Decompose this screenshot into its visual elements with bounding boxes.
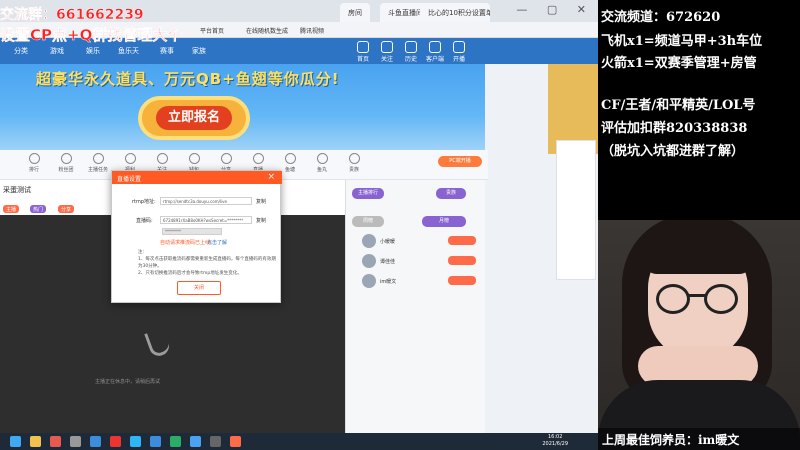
glasses-icon	[704, 284, 738, 314]
webcam-bangs	[644, 230, 752, 274]
glasses-icon	[656, 284, 690, 314]
app-icon[interactable]	[190, 436, 201, 447]
nav-item[interactable]: 分类	[14, 46, 28, 56]
wechat-icon[interactable]	[170, 436, 181, 447]
rtmp-label: rtmp地址:	[132, 199, 156, 205]
history-icon[interactable]: 历史	[398, 41, 424, 63]
banner-title: 超豪华永久道具、万元QB+鱼翅等你瓜分!	[36, 70, 340, 88]
glasses-bridge	[689, 294, 705, 297]
client-icon[interactable]: 客户端	[422, 41, 448, 63]
qq-group-overlay: 交流群：661662239	[0, 7, 144, 23]
info-line: CF/王者/和平精英/LOL号	[601, 98, 756, 113]
rank-name: im暖文	[380, 279, 397, 285]
note-line: 1、每次点击获取推流码都需要重新生成直播码，每个直播码的有效期为30分钟。	[138, 257, 276, 269]
taskbar: 16:02 2021/6/29	[0, 433, 598, 450]
fishball-icon[interactable]: 鱼丸	[310, 153, 334, 173]
player-status-text: 主播正在休息中，请稍后再试	[95, 379, 161, 385]
broadcast-icon[interactable]: 开播	[446, 41, 472, 63]
stream-info-panel: 交流频道：672620 飞机x1=频道马甲+3h车位 火箭x1=双赛季管理+房管…	[598, 0, 800, 220]
week-tab[interactable]: 周榜	[352, 216, 384, 227]
close-icon[interactable]: ×	[267, 172, 275, 182]
room-tag[interactable]: 主播	[3, 205, 20, 213]
dialog-title: 直播设置	[112, 171, 282, 184]
gift-badge	[448, 256, 476, 265]
code-label: 直播码:	[136, 218, 153, 224]
room-tag[interactable]: 分享	[58, 205, 75, 213]
windows-start-icon[interactable]	[10, 436, 21, 447]
nav-item[interactable]: 家族	[192, 46, 206, 56]
avatar	[362, 234, 376, 248]
copy-button[interactable]: 复制	[256, 217, 266, 224]
room-tag[interactable]: 热门	[30, 205, 47, 213]
app-icon[interactable]	[110, 436, 121, 447]
rank-row[interactable]: im暖文	[350, 273, 482, 291]
rank-name: 谭佳佳	[380, 259, 396, 265]
signup-label: 立即报名	[156, 106, 232, 130]
gift-badge	[448, 276, 476, 285]
info-line: 飞机x1=频道马甲+3h车位	[601, 34, 763, 49]
chat-panel: 主播排行 贵族 周榜 月榜	[345, 180, 485, 433]
rank-tab[interactable]: 主播排行	[352, 188, 384, 199]
noble-icon[interactable]: 贵族	[342, 153, 366, 173]
notes-title: 注:	[138, 250, 145, 255]
best-fan-banner: 上周最佳饲养员：im暖文	[598, 428, 800, 450]
folder-icon[interactable]	[30, 436, 41, 447]
rank-icon[interactable]: 排行	[22, 153, 46, 173]
rank-name: 小暖暖	[380, 239, 396, 245]
dialog-notes: 注: 1、每次点击获取推流码都需要重新生成直播码，每个直播码的有效期为30分钟。…	[138, 249, 278, 277]
stream-code-field[interactable]: 6724891rXaB8o0KH?wsSecret=********	[160, 216, 252, 224]
info-line: 火箭x1=双赛季管理+房管	[601, 56, 757, 71]
app-icon[interactable]	[210, 436, 221, 447]
rank-row[interactable]: 小暖暖	[350, 233, 482, 251]
rank-row[interactable]: 谭佳佳	[350, 253, 482, 271]
cp-overlay: 设置CP点+Q群找管理大个	[0, 26, 183, 44]
pc-broadcast-button[interactable]: PC端开播	[438, 156, 482, 167]
bookmark-item[interactable]: 腾讯视频	[300, 26, 324, 35]
home-icon[interactable]: 首页	[350, 41, 376, 63]
nav-item[interactable]: 鱼乐天	[118, 46, 139, 56]
nav-item[interactable]: 赛事	[160, 46, 174, 56]
browser-icon[interactable]	[90, 436, 101, 447]
close-button[interactable]: 关闭	[177, 281, 221, 295]
app-icon[interactable]	[230, 436, 241, 447]
rtmp-field[interactable]: rtmp://sendtc3a.douyu.com/live	[160, 197, 252, 205]
tab-item[interactable]: 房间	[340, 3, 370, 22]
help-link[interactable]: 点击了解	[207, 239, 227, 246]
webcam-view: 上周最佳饲养员：im暖文	[598, 220, 800, 450]
clock-time: 16:02	[547, 434, 563, 440]
bookmark-item[interactable]: 平台首页	[200, 26, 224, 35]
tab-item[interactable]: 比心的10积分设置单	[420, 3, 490, 22]
masked-field[interactable]: ********	[162, 228, 222, 235]
follow-icon[interactable]: 关注	[374, 41, 400, 63]
app-icon[interactable]	[150, 436, 161, 447]
nav-item[interactable]: 游戏	[50, 46, 64, 56]
system-clock[interactable]: 16:02 2021/6/29	[542, 434, 568, 448]
nav-item[interactable]: 娱乐	[86, 46, 100, 56]
side-card[interactable]	[556, 140, 596, 280]
room-title: 采蛋测试	[3, 186, 31, 194]
clock-date: 2021/6/29	[542, 441, 568, 447]
avatar	[362, 254, 376, 268]
avatar	[362, 274, 376, 288]
pond-icon[interactable]: 鱼塘	[278, 153, 302, 173]
window-controls[interactable]: — ▢ ✕	[516, 3, 594, 16]
reset-text: 自动请求推流码已上线,	[160, 240, 212, 246]
app-icon[interactable]	[70, 436, 81, 447]
task-icon[interactable]: 主播任务	[86, 153, 110, 173]
browser-window: 房间 斗鱼直播间 比心的10积分设置单 — ▢ ✕ 平台首页 在线随机数生成 腾…	[0, 0, 598, 433]
qq-icon[interactable]	[130, 436, 141, 447]
month-tab[interactable]: 月榜	[422, 216, 466, 227]
bookmark-item[interactable]: 在线随机数生成	[246, 26, 288, 35]
gift-badge	[448, 236, 476, 245]
stream-settings-dialog: 直播设置 × rtmp地址: rtmp://sendtc3a.douyu.com…	[111, 170, 282, 303]
fans-icon[interactable]: 粉丝团	[54, 153, 78, 173]
app-icon[interactable]	[50, 436, 61, 447]
info-line: 交流频道：672620	[601, 10, 721, 25]
info-line: （脱坑入坑都进群了解）	[601, 144, 745, 159]
signup-button[interactable]: 立即报名	[138, 96, 250, 140]
noble-tab[interactable]: 贵族	[436, 188, 466, 199]
note-line: 2、只有切换推流码后才会导致rtmp地址发生变化。	[138, 271, 242, 276]
copy-button[interactable]: 复制	[256, 198, 266, 205]
info-line: 评估加扣群820338838	[601, 121, 748, 136]
